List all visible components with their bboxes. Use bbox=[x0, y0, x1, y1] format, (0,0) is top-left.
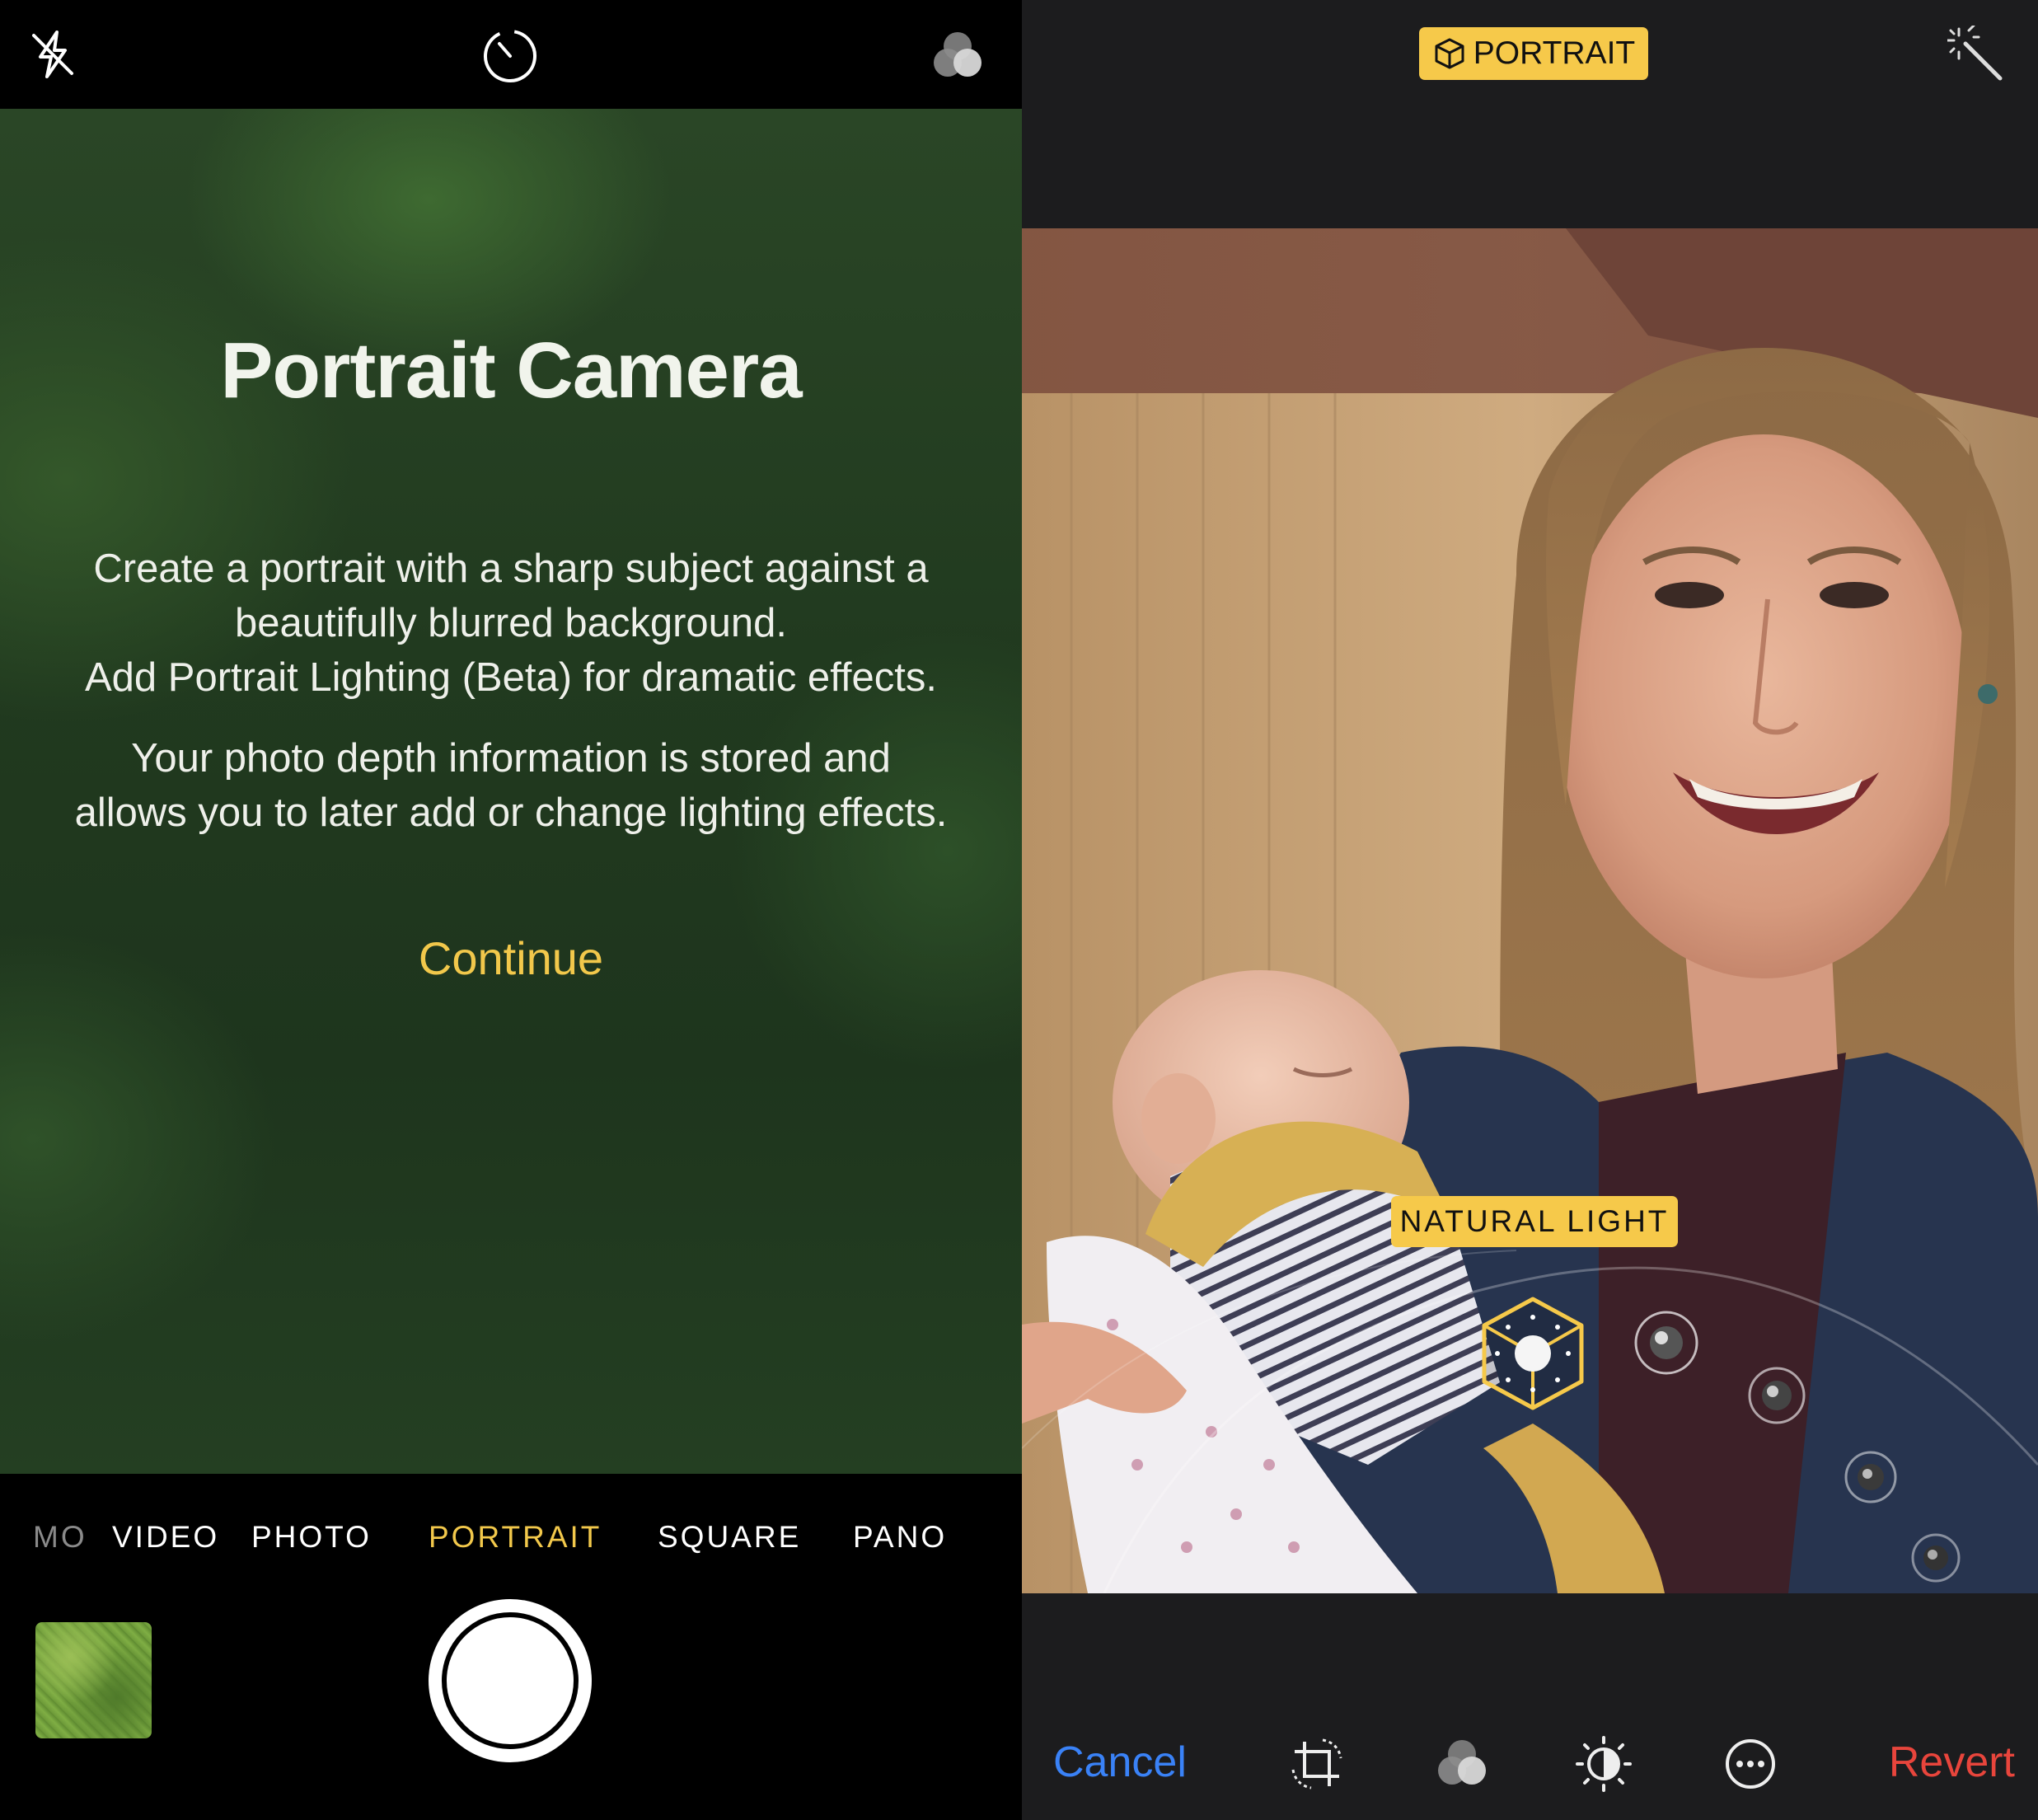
mode-item-photo[interactable]: PHOTO bbox=[251, 1520, 372, 1555]
shutter-button-inner bbox=[442, 1612, 579, 1749]
mode-item-timelapse[interactable]: MO bbox=[33, 1520, 87, 1555]
intro-text-line: allows you to later add or change lighti… bbox=[74, 790, 948, 835]
intro-title: Portrait Camera bbox=[220, 326, 802, 415]
mode-item-pano[interactable]: PANO bbox=[853, 1520, 947, 1555]
intro-text-line: Your photo depth information is stored a… bbox=[131, 736, 891, 781]
camera-bottom-bar: MO VIDEO PHOTO PORTRAIT SQUARE PANO bbox=[0, 1474, 1022, 1820]
more-icon[interactable] bbox=[1721, 1734, 1780, 1794]
camera-screen: Portrait Camera Create a portrait with a… bbox=[0, 0, 1022, 1820]
camera-top-bar bbox=[0, 0, 1022, 109]
intro-text-line: beautifully blurred background. bbox=[234, 601, 788, 645]
intro-text-line: Add Portrait Lighting (Beta) for dramati… bbox=[84, 655, 938, 700]
intro-text-line: Create a portrait with a sharp subject a… bbox=[93, 546, 929, 591]
magic-wand-icon[interactable] bbox=[1947, 25, 2008, 86]
mode-item-video[interactable]: VIDEO bbox=[112, 1520, 219, 1555]
lighting-contour-light-icon[interactable] bbox=[1745, 1364, 1808, 1427]
lighting-stage-light-mono-icon[interactable] bbox=[1909, 1531, 1963, 1585]
continue-button[interactable]: Continue bbox=[346, 931, 676, 985]
filters-icon[interactable] bbox=[926, 25, 989, 87]
viewfinder: Portrait Camera Create a portrait with a… bbox=[0, 109, 1022, 1474]
filters-icon[interactable] bbox=[1432, 1734, 1492, 1794]
portrait-badge-label: PORTRAIT bbox=[1473, 35, 1636, 71]
portrait-badge[interactable]: PORTRAIT bbox=[1419, 27, 1648, 80]
lighting-studio-light-icon[interactable] bbox=[1632, 1308, 1701, 1377]
edit-toolbar: Cancel Revert bbox=[1022, 1698, 2038, 1820]
lighting-stage-light-icon[interactable] bbox=[1842, 1448, 1900, 1506]
portrait-photo[interactable]: NATURAL LIGHT bbox=[1022, 228, 2038, 1593]
flash-off-icon[interactable] bbox=[23, 25, 82, 84]
mode-item-portrait[interactable]: PORTRAIT bbox=[429, 1520, 602, 1555]
revert-button[interactable]: Revert bbox=[1889, 1738, 2015, 1787]
crop-rotate-icon[interactable] bbox=[1287, 1734, 1347, 1794]
cube-icon bbox=[1435, 38, 1464, 69]
adjust-icon[interactable] bbox=[1574, 1734, 1633, 1794]
photo-editor-screen: PORTRAIT NATURAL LIGHT Cancel Revert bbox=[1022, 0, 2038, 1820]
shutter-button[interactable] bbox=[429, 1599, 592, 1762]
timer-icon[interactable] bbox=[480, 26, 540, 86]
lighting-effect-label: NATURAL LIGHT bbox=[1391, 1196, 1678, 1247]
last-photo-thumbnail[interactable] bbox=[35, 1622, 152, 1738]
mode-item-square[interactable]: SQUARE bbox=[658, 1520, 801, 1555]
cancel-button[interactable]: Cancel bbox=[1053, 1738, 1187, 1787]
lighting-natural-light-icon[interactable] bbox=[1479, 1296, 1586, 1411]
